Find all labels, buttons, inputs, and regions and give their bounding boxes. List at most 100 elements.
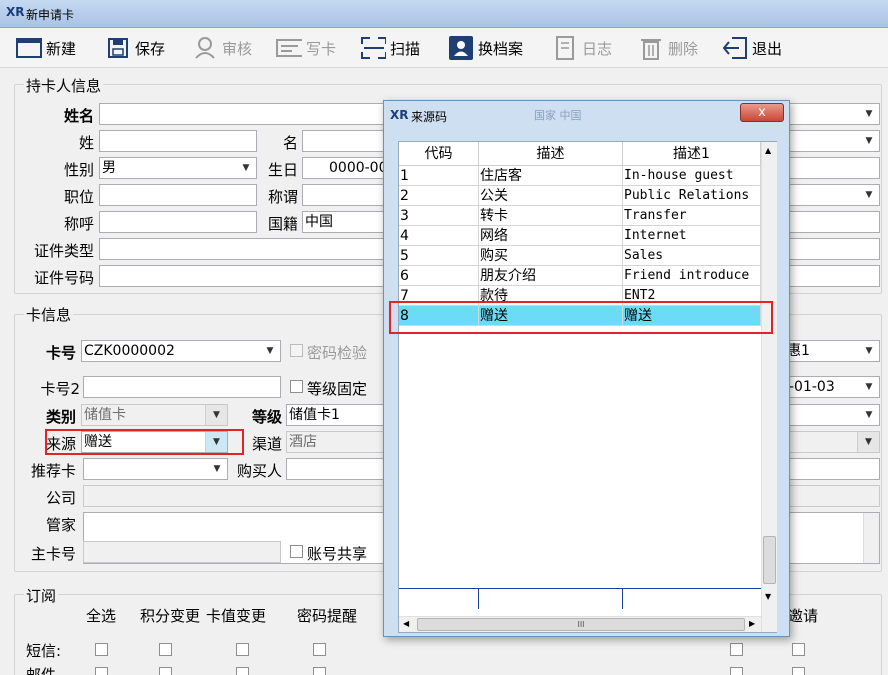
column-header-desc1[interactable]: 描述1: [623, 142, 761, 166]
app-logo: XR: [6, 5, 25, 19]
trash-icon: [638, 35, 664, 61]
sms-checkbox[interactable]: [95, 643, 108, 656]
chevron-down-icon[interactable]: ▼: [862, 405, 876, 425]
sms-checkbox[interactable]: [792, 643, 805, 656]
salutation-input[interactable]: [99, 211, 257, 233]
mail-checkbox[interactable]: [95, 667, 108, 675]
horizontal-scrollbar[interactable]: ◀ III ▶: [399, 616, 761, 632]
scroll-right-icon[interactable]: ▶: [749, 619, 755, 628]
behind-window-title: 国家 中国: [534, 109, 582, 122]
chevron-down-icon[interactable]: ▼: [205, 405, 227, 425]
mail-checkbox[interactable]: [730, 667, 743, 675]
table-row[interactable]: 3 转卡 Transfer: [399, 206, 761, 226]
password-check-checkbox[interactable]: [290, 344, 303, 357]
switch-profile-label: 换档案: [478, 39, 524, 58]
main-card-input[interactable]: [83, 541, 281, 563]
scan-label: 扫描: [390, 39, 421, 58]
log-button[interactable]: 日志: [552, 32, 612, 64]
sms-checkbox[interactable]: [730, 643, 743, 656]
card-number2-input[interactable]: [83, 376, 281, 398]
delete-button[interactable]: 删除: [638, 32, 698, 64]
save-button[interactable]: 保存: [105, 32, 165, 64]
chevron-down-icon[interactable]: ▼: [263, 341, 277, 361]
toolbar: 新建 保存 审核 写卡 扫描 换档案 日志 删除 退出: [0, 28, 888, 68]
scroll-left-icon[interactable]: ◀: [403, 619, 409, 628]
level-value: 储值卡1: [289, 407, 340, 423]
scan-button[interactable]: 扫描: [360, 32, 420, 64]
sms-checkbox[interactable]: [159, 643, 172, 656]
salutation-label: 称呼: [63, 215, 94, 233]
chevron-down-icon[interactable]: ▼: [210, 459, 224, 479]
points-change-label: 积分变更: [140, 607, 201, 625]
close-icon: x: [758, 105, 766, 120]
fixed-level-checkbox[interactable]: [290, 380, 303, 393]
title-label: 称谓: [267, 188, 298, 206]
chevron-down-icon[interactable]: ▼: [862, 131, 876, 151]
sms-checkbox[interactable]: [313, 643, 326, 656]
sms-checkbox[interactable]: [236, 643, 249, 656]
audit-label: 审核: [222, 39, 253, 58]
table-row[interactable]: 2 公关 Public Relations: [399, 186, 761, 206]
new-doc-icon: [16, 35, 42, 61]
category-value: 储值卡: [84, 407, 126, 423]
mail-checkbox[interactable]: [236, 667, 249, 675]
steward-label: 管家: [45, 516, 76, 534]
audit-button[interactable]: 审核: [192, 32, 252, 64]
source-code-grid: 代码 描述 描述1 1 住店客 In-house guest 2 公关 Publ…: [398, 141, 777, 633]
holder-info-title: 持卡人信息: [24, 75, 104, 96]
fixed-level-label: 等级固定: [307, 380, 368, 398]
password-remind-label: 密码提醒: [297, 607, 358, 625]
new-button[interactable]: 新建: [16, 32, 76, 64]
gender-value: 男: [102, 160, 116, 176]
table-row[interactable]: 1 住店客 In-house guest: [399, 166, 761, 186]
chevron-down-icon[interactable]: ▼: [862, 185, 876, 205]
select-all-label[interactable]: 全选: [86, 605, 116, 626]
chevron-down-icon[interactable]: ▼: [862, 377, 876, 397]
referral-card-select[interactable]: ▼: [83, 458, 228, 480]
table-row[interactable]: 4 网络 Internet: [399, 226, 761, 246]
card-number-select[interactable]: CZK0000002 ▼: [81, 340, 281, 362]
column-header-desc[interactable]: 描述: [479, 142, 623, 166]
mail-checkbox[interactable]: [792, 667, 805, 675]
user-stamp-icon: [192, 35, 218, 61]
switch-profile-button[interactable]: 换档案: [448, 32, 523, 64]
date-value: -01-03: [789, 379, 835, 395]
birthday-label: 生日: [267, 161, 298, 179]
account-share-checkbox[interactable]: [290, 545, 303, 558]
level-label: 等级: [251, 408, 282, 426]
empty-row: [399, 588, 761, 609]
chevron-down-icon[interactable]: ▼: [857, 432, 879, 452]
mail-checkbox[interactable]: [159, 667, 172, 675]
chevron-down-icon[interactable]: ▼: [862, 104, 876, 124]
gender-select[interactable]: 男 ▼: [99, 157, 257, 179]
chevron-down-icon[interactable]: ▼: [239, 158, 253, 178]
chevron-down-icon[interactable]: ▼: [862, 341, 876, 361]
vertical-scrollbar[interactable]: ▲ ▼: [761, 142, 777, 632]
write-card-label: 写卡: [306, 39, 337, 58]
exit-icon: [722, 35, 748, 61]
scroll-down-icon[interactable]: ▼: [765, 592, 771, 601]
scroll-up-icon[interactable]: ▲: [765, 146, 771, 155]
dialog-title: 来源码: [411, 110, 448, 124]
table-row[interactable]: 5 购买 Sales: [399, 246, 761, 266]
category-select[interactable]: 储值卡 ▼: [81, 404, 228, 426]
scroll-thumb[interactable]: [763, 536, 776, 584]
position-input[interactable]: [99, 184, 257, 206]
close-button[interactable]: x: [740, 103, 784, 122]
dialog-title-bar[interactable]: XR 来源码 国家 中国 x: [384, 101, 789, 129]
selected-row-highlight-box: [389, 301, 773, 334]
table-row[interactable]: 6 朋友介绍 Friend introduce: [399, 266, 761, 286]
exit-label: 退出: [752, 39, 783, 58]
steward-scrollbar[interactable]: [863, 513, 879, 563]
id-type-label: 证件类型: [33, 242, 94, 260]
scroll-thumb-horizontal[interactable]: III: [417, 618, 745, 631]
mail-checkbox[interactable]: [313, 667, 326, 675]
column-header-code[interactable]: 代码: [399, 142, 479, 166]
card-number2-label: 卡号2: [40, 380, 80, 398]
surname-input[interactable]: [99, 130, 257, 152]
write-card-button[interactable]: 写卡: [276, 32, 336, 64]
scan-icon: [360, 35, 386, 61]
referral-card-label: 推荐卡: [30, 462, 76, 480]
exit-button[interactable]: 退出: [722, 32, 782, 64]
save-icon: [105, 35, 131, 61]
